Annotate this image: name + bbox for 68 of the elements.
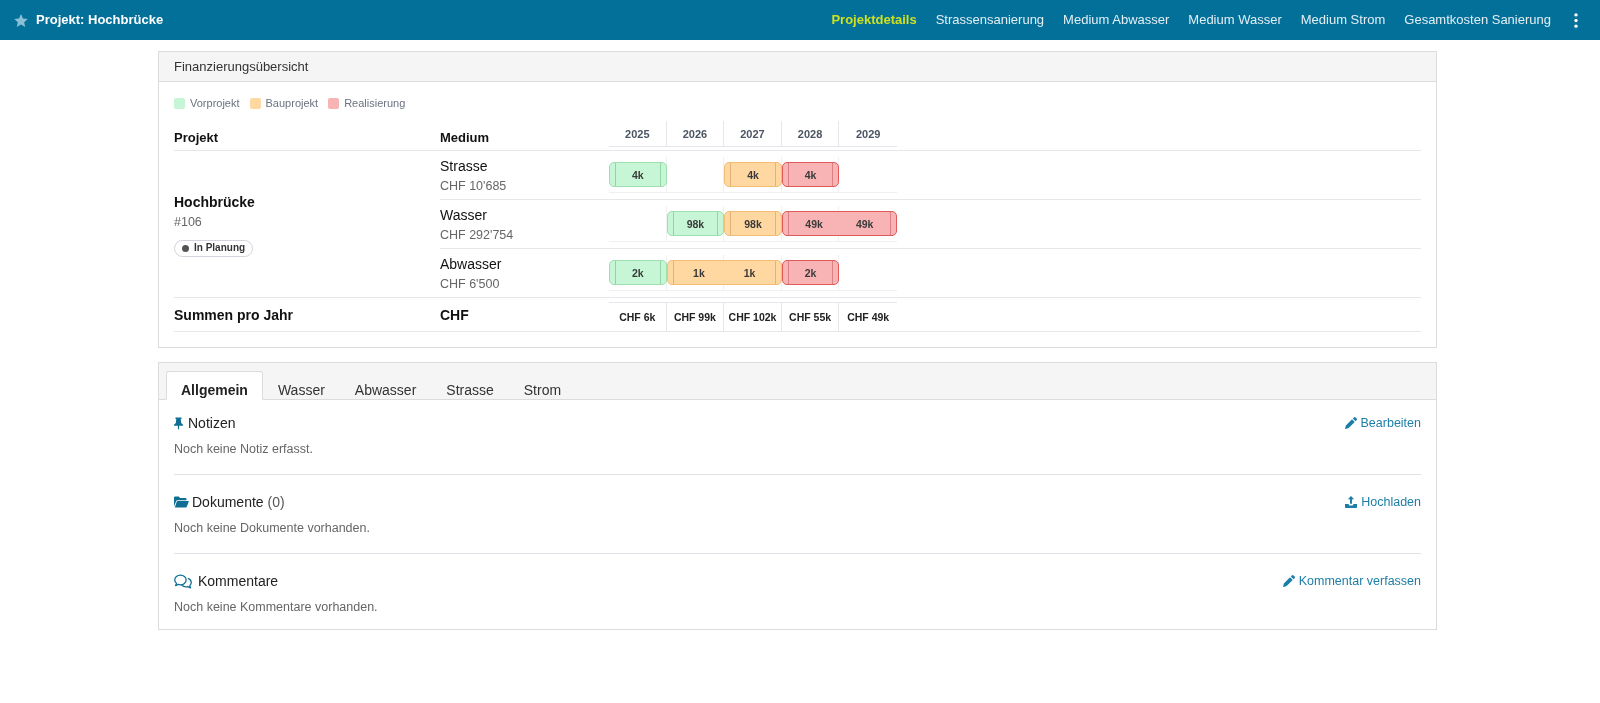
item-count: (0) bbox=[267, 493, 285, 511]
nav-link[interactable]: Projektdetails bbox=[831, 12, 917, 28]
bar-value: 2k bbox=[631, 266, 644, 279]
pencil-icon bbox=[1282, 575, 1295, 587]
card-title: Finanzierungsübersicht bbox=[174, 58, 309, 75]
medium-amount: CHF 292'754 bbox=[440, 227, 515, 244]
medium-amount: CHF 6'500 bbox=[440, 276, 501, 293]
column-header: Projekt bbox=[174, 130, 219, 146]
empty-message: Noch keine Dokumente vorhanden. bbox=[174, 520, 371, 537]
bar-value: 1k bbox=[743, 266, 756, 279]
star-icon bbox=[14, 13, 28, 27]
legend-label: Realisierung bbox=[344, 96, 406, 110]
tab[interactable]: Allgemein bbox=[166, 371, 263, 400]
year-header: 2025 bbox=[625, 126, 650, 141]
medium-name: Strasse bbox=[440, 157, 489, 176]
year-total: CHF 49k bbox=[847, 311, 890, 323]
section-title: Notizen bbox=[188, 414, 236, 432]
year-header: 2026 bbox=[682, 126, 708, 141]
legend-label: Bauprojekt bbox=[265, 96, 319, 110]
bar-value: 98k bbox=[744, 217, 762, 230]
empty-message: Noch keine Notiz erfasst. bbox=[174, 441, 314, 458]
medium-name: Abwasser bbox=[440, 255, 503, 274]
tab[interactable]: Strom bbox=[508, 371, 577, 400]
totals-label: Summen pro Jahr bbox=[174, 305, 294, 324]
tab[interactable]: Abwasser bbox=[339, 371, 432, 400]
medium-amount: CHF 10'685 bbox=[440, 178, 508, 195]
totals-currency: CHF bbox=[440, 305, 469, 324]
bar-value: 2k bbox=[804, 266, 817, 279]
year-header: 2028 bbox=[797, 126, 823, 141]
bar-value: 4k bbox=[804, 168, 817, 181]
bar-value: 1k bbox=[693, 266, 705, 279]
pushpin-icon bbox=[174, 416, 183, 430]
folder-icon bbox=[174, 496, 189, 508]
legend-label: Vorprojekt bbox=[190, 96, 240, 110]
year-header: 2029 bbox=[855, 126, 881, 141]
more-options-icon[interactable] bbox=[1574, 12, 1578, 28]
bar-value: 98k bbox=[686, 217, 705, 230]
nav-link[interactable]: Strassensanierung bbox=[935, 12, 1045, 28]
section-title: Kommentare bbox=[198, 572, 279, 590]
bar-value: 4k bbox=[747, 168, 759, 181]
nav-link[interactable]: Medium Abwasser bbox=[1063, 12, 1170, 28]
status-label: In Planung bbox=[194, 242, 246, 254]
tab[interactable]: Wasser bbox=[262, 371, 340, 400]
speech-bubbles-icon bbox=[174, 573, 192, 589]
tab[interactable]: Strasse bbox=[431, 371, 509, 400]
edit-link[interactable]: Bearbeiten bbox=[1344, 415, 1421, 431]
year-total: CHF 102k bbox=[728, 311, 777, 323]
upload-link[interactable]: Hochladen bbox=[1345, 494, 1421, 510]
project-name: Hochbrücke bbox=[174, 192, 255, 212]
year-total: CHF 99k bbox=[673, 311, 716, 323]
nav-link[interactable]: Gesamtkosten Sanierung bbox=[1404, 12, 1551, 28]
year-total: CHF 55k bbox=[789, 311, 832, 323]
bar-value: 49k bbox=[855, 217, 874, 230]
nav-link[interactable]: Medium Wasser bbox=[1188, 12, 1282, 28]
bar-value: 4k bbox=[631, 168, 644, 181]
page-title: Projekt: Hochbrücke bbox=[36, 12, 164, 28]
pencil-icon bbox=[1344, 417, 1357, 429]
year-header: 2027 bbox=[740, 126, 765, 141]
nav-link[interactable]: Medium Strom bbox=[1300, 12, 1386, 28]
medium-name: Wasser bbox=[440, 206, 488, 225]
section-title: Dokumente bbox=[192, 493, 264, 511]
bar-value: 49k bbox=[805, 217, 823, 230]
upload-icon bbox=[1345, 496, 1358, 508]
empty-message: Noch keine Kommentare vorhanden. bbox=[174, 599, 379, 616]
column-header: Medium bbox=[440, 130, 490, 146]
project-number: #106 bbox=[174, 213, 202, 231]
year-total: CHF 6k bbox=[619, 311, 656, 323]
write-comment-link[interactable]: Kommentar verfassen bbox=[1282, 573, 1421, 589]
